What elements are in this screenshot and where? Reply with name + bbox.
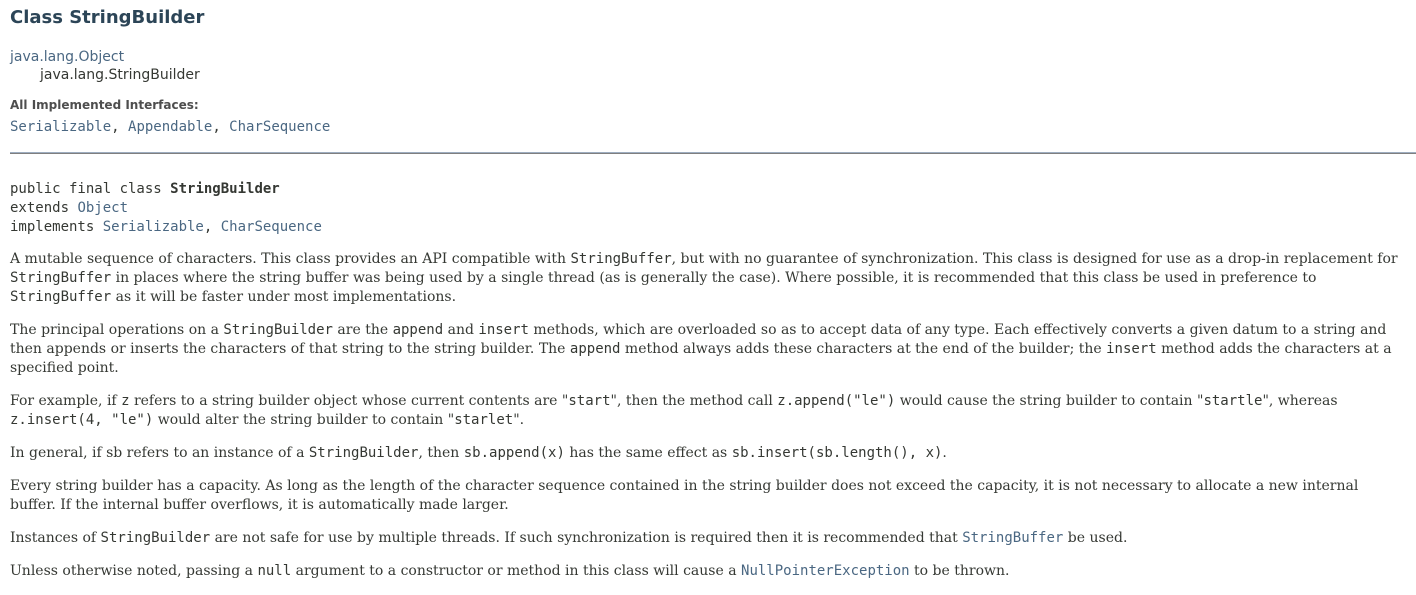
stringbuffer-link[interactable]: StringBuffer <box>962 530 1063 546</box>
code: z <box>121 393 130 409</box>
description-paragraph-1: A mutable sequence of characters. This c… <box>10 250 1406 307</box>
text: are not safe for use by multiple threads… <box>210 530 963 546</box>
description-paragraph-2: The principal operations on a StringBuil… <box>10 321 1406 378</box>
text: refers to a string builder object whose … <box>129 393 569 409</box>
nullpointerexception-link[interactable]: NullPointerException <box>741 563 910 579</box>
text: A mutable sequence of characters. This c… <box>10 251 571 267</box>
text: ". <box>513 412 525 428</box>
text: ", then the method call <box>610 393 778 409</box>
text: For example, if <box>10 393 122 409</box>
decl-implements-keyword: implements <box>10 219 103 235</box>
text: method always adds these characters at t… <box>620 341 1107 357</box>
decl-extends-link[interactable]: Object <box>77 200 128 216</box>
text: are the <box>332 322 393 338</box>
interface-link-charsequence[interactable]: CharSequence <box>229 119 330 135</box>
text: has the same effect as <box>564 445 732 461</box>
text: Instances of <box>10 530 101 546</box>
code: insert <box>478 322 529 338</box>
text: in places where the string buffer was be… <box>111 270 1317 286</box>
text: , but with no guarantee of synchronizati… <box>671 251 1398 267</box>
code: StringBuilder <box>100 530 211 546</box>
decl-modifiers: public final class <box>10 181 171 197</box>
text: as it will be faster under most implemen… <box>111 289 457 305</box>
code: StringBuffer <box>10 289 112 305</box>
implemented-interfaces-label: All Implemented Interfaces: <box>10 98 199 112</box>
decl-implements-link-charsequence[interactable]: CharSequence <box>221 219 322 235</box>
interface-link-serializable[interactable]: Serializable <box>10 119 111 135</box>
decl-implements-link-serializable[interactable]: Serializable <box>103 219 204 235</box>
text: , then <box>418 445 464 461</box>
implemented-interfaces: Serializable, Appendable, CharSequence <box>10 119 330 135</box>
code: start <box>568 393 611 409</box>
inheritance-tree: java.lang.Object java.lang.StringBuilder <box>10 48 200 84</box>
code: append <box>569 341 621 357</box>
description-paragraph-3: For example, if z refers to a string bui… <box>10 392 1406 430</box>
code: z.insert(4, "le") <box>10 412 154 428</box>
interface-separator: , <box>212 119 230 135</box>
decl-class-name: StringBuilder <box>170 181 280 197</box>
code: NullPointerException <box>741 563 910 579</box>
text: would alter the string builder to contai… <box>153 412 455 428</box>
text: would cause the string builder to contai… <box>895 393 1204 409</box>
text: The principal operations on a <box>10 322 224 338</box>
description-paragraph-5: Every string builder has a capacity. As … <box>10 477 1406 515</box>
decl-extends-keyword: extends <box>10 200 78 216</box>
class-declaration: public final class StringBuilder extends… <box>10 180 322 237</box>
code: StringBuffer <box>10 270 112 286</box>
text: be used. <box>1063 530 1128 546</box>
code: sb.insert(sb.length(), x) <box>731 445 943 461</box>
code: startle <box>1203 393 1263 409</box>
description-paragraph-6: Instances of StringBuilder are not safe … <box>10 529 1406 548</box>
code: sb.append(x) <box>463 445 565 461</box>
text: Every string builder has a capacity. As … <box>10 478 1359 513</box>
text: to be thrown. <box>909 563 1010 579</box>
text: argument to a constructor or method in t… <box>291 563 742 579</box>
text: . <box>942 445 947 461</box>
code: StringBuffer <box>570 251 672 267</box>
code: StringBuffer <box>962 530 1064 546</box>
interface-separator: , <box>111 119 129 135</box>
text: In general, if sb refers to an instance … <box>10 445 309 461</box>
text: Unless otherwise noted, passing a <box>10 563 258 579</box>
description-paragraph-4: In general, if sb refers to an instance … <box>10 444 1406 463</box>
code: StringBuilder <box>308 445 419 461</box>
code: null <box>257 563 292 579</box>
code: insert <box>1106 341 1157 357</box>
code: z.append("le") <box>777 393 896 409</box>
page-title: Class StringBuilder <box>10 7 205 28</box>
code: starlet <box>454 412 514 428</box>
text: and <box>443 322 479 338</box>
class-description: A mutable sequence of characters. This c… <box>10 250 1406 595</box>
description-paragraph-7: Unless otherwise noted, passing a null a… <box>10 562 1406 581</box>
parent-class-link[interactable]: java.lang.Object <box>10 48 200 66</box>
code: append <box>392 322 444 338</box>
code: StringBuilder <box>223 322 333 338</box>
section-divider <box>10 152 1416 154</box>
decl-separator: , <box>203 219 221 235</box>
text: ", whereas <box>1262 393 1338 409</box>
interface-link-appendable[interactable]: Appendable <box>128 119 212 135</box>
current-class: java.lang.StringBuilder <box>40 67 200 83</box>
